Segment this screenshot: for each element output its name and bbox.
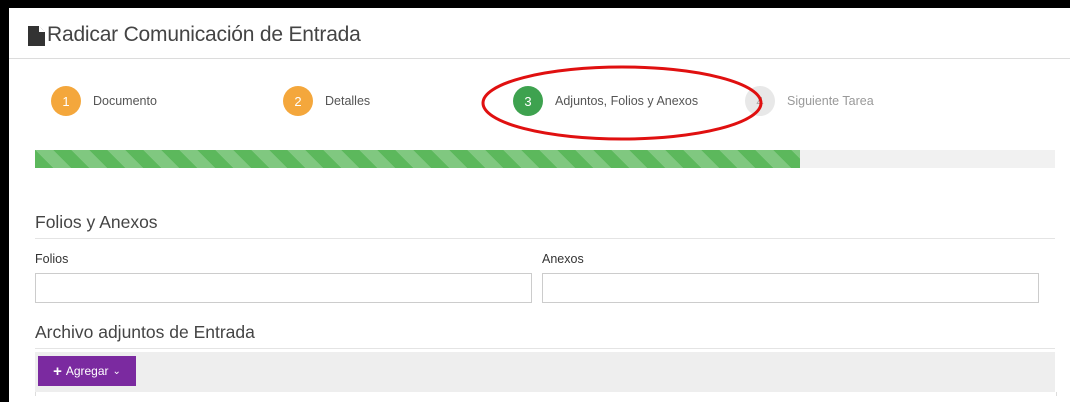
section-divider [35, 238, 1055, 239]
app-canvas: Radicar Comunicación de Entrada 1 Docume… [8, 8, 1070, 402]
section-divider [35, 348, 1055, 349]
progress-fill [35, 150, 800, 168]
wizard-step-siguiente-tarea[interactable]: 4 Siguiente Tarea [745, 86, 874, 116]
add-attachment-button[interactable]: + Agregar ⌄ [38, 356, 136, 386]
step-label: Siguiente Tarea [787, 94, 874, 108]
wizard-progress-bar [35, 150, 1055, 168]
step-label: Detalles [325, 94, 371, 108]
add-button-label: Agregar [65, 364, 109, 378]
attachments-toolbar: + Agregar ⌄ [35, 352, 1055, 392]
page-title: Radicar Comunicación de Entrada [47, 23, 361, 46]
step-label: Documento [93, 94, 157, 108]
attachments-table-edge [35, 392, 1057, 396]
step-number: 3 [513, 86, 543, 116]
folios-section-title: Folios y Anexos [35, 212, 158, 232]
anexos-label: Anexos [542, 252, 584, 266]
step-number: 2 [283, 86, 313, 116]
step-number: 4 [745, 86, 775, 116]
step-label: Adjuntos, Folios y Anexos [555, 94, 699, 108]
wizard-panel: 1 Documento 2 Detalles 3 Adjuntos, Folio… [25, 65, 1065, 396]
document-icon [28, 26, 45, 46]
step-number: 1 [51, 86, 81, 116]
page-header: Radicar Comunicación de Entrada [9, 8, 1070, 59]
plus-icon: + [53, 362, 62, 380]
folios-input[interactable] [35, 273, 532, 303]
anexos-input[interactable] [542, 273, 1039, 303]
attachments-section-title: Archivo adjuntos de Entrada [35, 322, 255, 342]
wizard-step-documento[interactable]: 1 Documento [51, 86, 157, 116]
folios-label: Folios [35, 252, 69, 266]
wizard-step-detalles[interactable]: 2 Detalles [283, 86, 370, 116]
chevron-down-icon: ⌄ [112, 365, 121, 377]
wizard-step-adjuntos[interactable]: 3 Adjuntos, Folios y Anexos [513, 86, 698, 116]
